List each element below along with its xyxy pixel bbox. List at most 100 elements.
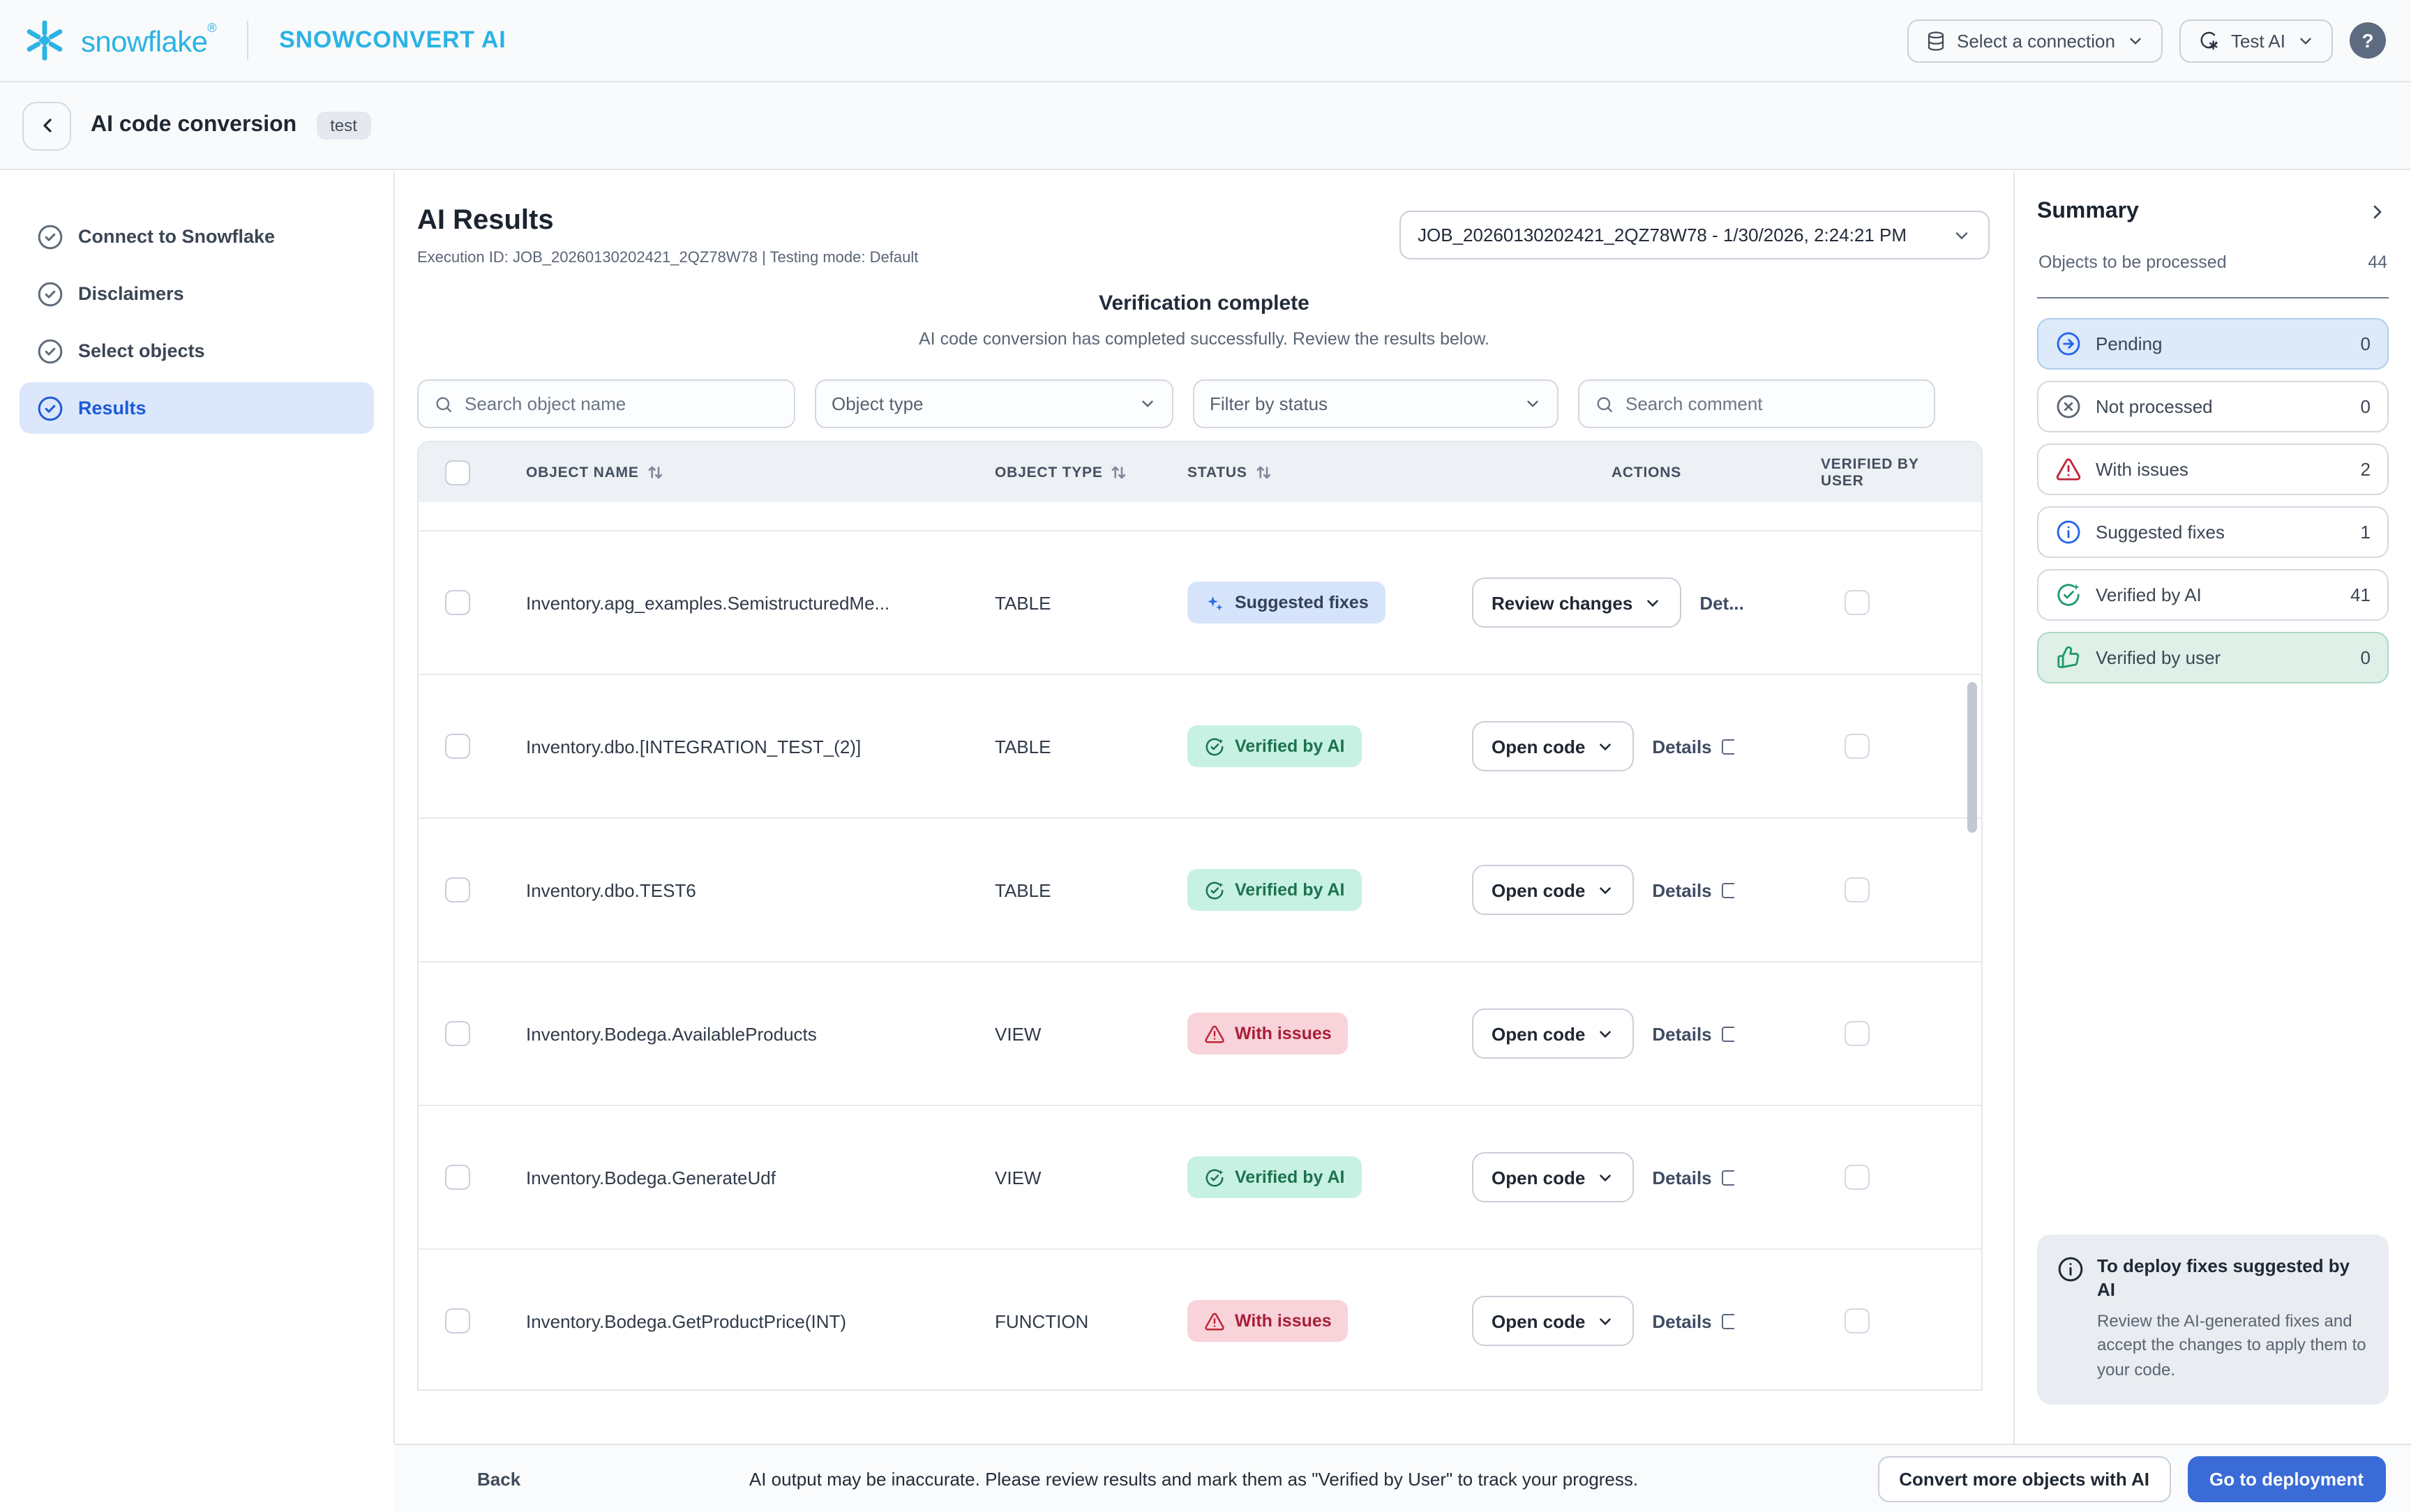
help-button[interactable]: ? bbox=[2350, 22, 2386, 59]
summary-panel: Summary Objects to be processed 44 bbox=[2013, 172, 2411, 1444]
thumbs-up-icon bbox=[2055, 644, 2082, 671]
test-ai-button[interactable]: Test AI bbox=[2179, 19, 2333, 62]
row-checkbox[interactable] bbox=[445, 1165, 470, 1190]
sort-icon[interactable] bbox=[646, 463, 664, 481]
search-object-name-input[interactable]: Search object name bbox=[417, 379, 795, 428]
row-action-button[interactable]: Open code bbox=[1472, 1008, 1634, 1059]
brand-name: snowflake® bbox=[81, 21, 216, 60]
sidebar-item-select-objects[interactable]: Select objects bbox=[20, 325, 374, 377]
details-link[interactable]: Details bbox=[1652, 1167, 1734, 1188]
footer-back-link[interactable]: Back bbox=[477, 1468, 520, 1489]
object-type: FUNCTION bbox=[995, 1310, 1088, 1331]
row-checkbox[interactable] bbox=[445, 1308, 470, 1333]
summary-divider bbox=[2037, 297, 2389, 298]
verified-by-user-checkbox[interactable] bbox=[1845, 590, 1870, 615]
sort-icon[interactable] bbox=[1110, 463, 1128, 481]
chevron-right-icon[interactable] bbox=[2366, 201, 2389, 223]
summary-stat-issues[interactable]: With issues 2 bbox=[2037, 444, 2389, 495]
convert-more-button[interactable]: Convert more objects with AI bbox=[1878, 1456, 2170, 1502]
info-title: To deploy fixes suggested by AI bbox=[2097, 1256, 2369, 1301]
object-name: Inventory.dbo.[INTEGRATION_TEST_(2)] bbox=[526, 736, 861, 757]
stat-value: 0 bbox=[2361, 647, 2371, 668]
chevron-down-icon bbox=[2297, 31, 2315, 50]
row-action-button[interactable]: Open code bbox=[1472, 721, 1634, 771]
footer-notice: AI output may be inaccurate. Please revi… bbox=[395, 1468, 1992, 1489]
object-type: TABLE bbox=[995, 879, 1051, 900]
details-link[interactable]: Details bbox=[1652, 1023, 1734, 1044]
summary-stat-verified-user[interactable]: Verified by user 0 bbox=[2037, 632, 2389, 683]
select-all-checkbox[interactable] bbox=[445, 460, 470, 485]
sidebar-item-label: Connect to Snowflake bbox=[78, 226, 275, 247]
details-link[interactable]: Details bbox=[1652, 1310, 1734, 1331]
brand: snowflake® SNOWCONVERT AI bbox=[22, 18, 506, 63]
summary-stat-suggested[interactable]: Suggested fixes 1 bbox=[2037, 506, 2389, 558]
status-label: Verified by AI bbox=[1235, 880, 1344, 900]
column-verified-by-user: VERIFIED BY USER bbox=[1821, 455, 1942, 489]
verified-by-user-checkbox[interactable] bbox=[1845, 734, 1870, 759]
search-comment-input[interactable]: Search comment bbox=[1578, 379, 1935, 428]
sidebar-item-disclaimers[interactable]: Disclaimers bbox=[20, 268, 374, 319]
sort-icon[interactable] bbox=[1254, 463, 1272, 481]
info-icon bbox=[2057, 1256, 2085, 1301]
check-circle-icon bbox=[36, 337, 64, 365]
verified-by-user-checkbox[interactable] bbox=[1845, 1021, 1870, 1046]
summary-stat-pending[interactable]: Pending 0 bbox=[2037, 318, 2389, 370]
verification-status-subtitle: AI code conversion has completed success… bbox=[417, 329, 1991, 349]
snowflake-logo-icon bbox=[22, 18, 67, 63]
status-badge: Verified by AI bbox=[1187, 869, 1361, 911]
row-checkbox[interactable] bbox=[445, 590, 470, 615]
row-checkbox[interactable] bbox=[445, 1021, 470, 1046]
not-processed-icon bbox=[2055, 393, 2082, 420]
table-row: Inventory.Bodega.GetProductPrice(INT) FU… bbox=[419, 1250, 1981, 1391]
summary-stat-not-processed[interactable]: Not processed 0 bbox=[2037, 381, 2389, 432]
job-selector[interactable]: JOB_20260130202421_2QZ78W78 - 1/30/2026,… bbox=[1399, 211, 1990, 259]
check-circle-icon bbox=[36, 222, 64, 250]
verified-check-icon bbox=[1204, 736, 1225, 757]
row-action-button[interactable]: Open code bbox=[1472, 1296, 1634, 1346]
suggested-fixes-icon bbox=[2055, 519, 2082, 545]
details-link[interactable]: Details bbox=[1652, 879, 1734, 900]
verified-by-user-checkbox[interactable] bbox=[1845, 877, 1870, 902]
table-scrollbar[interactable] bbox=[1967, 682, 1977, 833]
search-icon bbox=[434, 394, 453, 414]
table-row: Inventory.Bodega.AvailableProducts VIEW … bbox=[419, 962, 1981, 1106]
object-name: Inventory.dbo.TEST6 bbox=[526, 879, 696, 900]
sidebar-item-connect-to-snowflake[interactable]: Connect to Snowflake bbox=[20, 211, 374, 262]
object-type: TABLE bbox=[995, 592, 1051, 613]
details-link[interactable]: Details bbox=[1652, 736, 1734, 757]
verification-status-title: Verification complete bbox=[417, 292, 1991, 315]
stat-value: 41 bbox=[2350, 584, 2371, 605]
summary-stat-verified-ai[interactable]: Verified by AI 41 bbox=[2037, 569, 2389, 621]
status-label: With issues bbox=[1235, 1311, 1332, 1331]
results-table: OBJECT NAME OBJECT TYPE STATUS bbox=[417, 441, 1983, 1391]
row-checkbox[interactable] bbox=[445, 734, 470, 759]
sidebar-item-results[interactable]: Results bbox=[20, 382, 374, 434]
stat-value: 0 bbox=[2361, 333, 2371, 354]
title-bar: AI code conversion test bbox=[0, 82, 2411, 170]
stat-label: Not processed bbox=[2096, 396, 2347, 417]
details-link[interactable]: Det... bbox=[1699, 592, 1744, 613]
sidebar-item-label: Results bbox=[78, 398, 147, 418]
stat-label: Pending bbox=[2096, 333, 2347, 354]
row-action-button[interactable]: Review changes bbox=[1472, 577, 1681, 628]
row-action-button[interactable]: Open code bbox=[1472, 1152, 1634, 1202]
verified-by-user-checkbox[interactable] bbox=[1845, 1165, 1870, 1190]
status-filter-select[interactable]: Filter by status bbox=[1193, 379, 1558, 428]
search-icon bbox=[1595, 394, 1614, 414]
object-type-select[interactable]: Object type bbox=[815, 379, 1173, 428]
back-button[interactable] bbox=[22, 101, 71, 150]
select-connection-button[interactable]: Select a connection bbox=[1907, 19, 2163, 62]
row-checkbox[interactable] bbox=[445, 877, 470, 902]
stat-label: With issues bbox=[2096, 459, 2347, 480]
object-type: VIEW bbox=[995, 1023, 1041, 1044]
with-issues-icon bbox=[2055, 456, 2082, 483]
row-action-button[interactable]: Open code bbox=[1472, 865, 1634, 915]
go-to-deployment-button[interactable]: Go to deployment bbox=[2187, 1456, 2386, 1502]
external-link-icon bbox=[1722, 1313, 1734, 1329]
summary-title: Summary bbox=[2037, 199, 2139, 225]
object-name: Inventory.Bodega.GetProductPrice(INT) bbox=[526, 1310, 846, 1331]
verified-by-user-checkbox[interactable] bbox=[1845, 1308, 1870, 1333]
project-badge: test bbox=[316, 112, 371, 139]
info-body: Review the AI-generated fixes and accept… bbox=[2097, 1310, 2369, 1382]
check-circle-icon bbox=[36, 394, 64, 422]
